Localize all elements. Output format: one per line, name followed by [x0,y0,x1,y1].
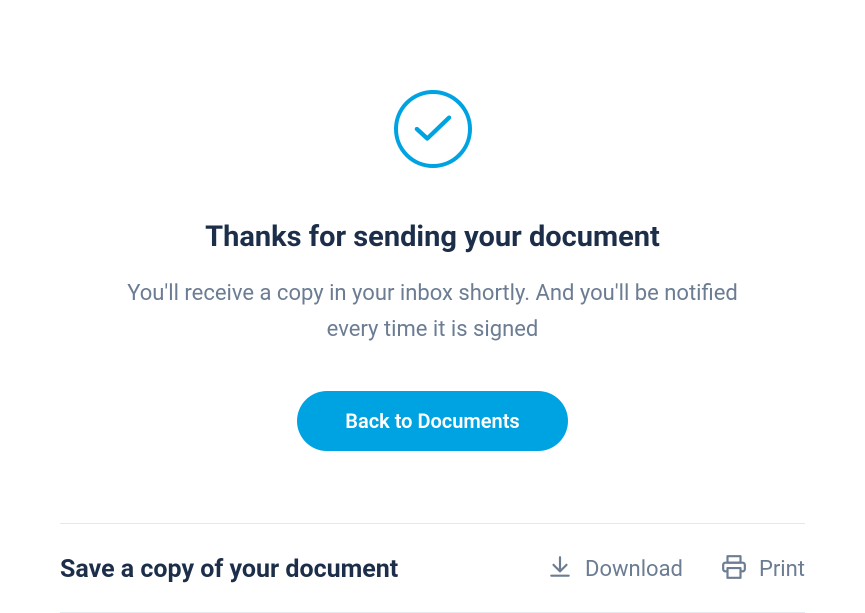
success-checkmark-icon [394,90,472,168]
back-to-documents-button[interactable]: Back to Documents [297,391,567,451]
save-copy-title: Save a copy of your document [60,555,398,584]
save-copy-row: Save a copy of your document Download [60,524,805,612]
download-button[interactable]: Download [547,554,683,586]
confirmation-heading: Thanks for sending your document [205,220,660,254]
download-label: Download [585,557,683,582]
section-divider-bottom [60,612,805,613]
page-container: Thanks for sending your document You'll … [0,0,865,613]
print-button[interactable]: Print [721,554,805,586]
print-icon [721,554,747,586]
print-label: Print [759,557,805,582]
confirmation-hero: Thanks for sending your document You'll … [60,0,805,451]
download-icon [547,554,573,586]
save-actions: Download Print [547,554,805,586]
confirmation-subtext: You'll receive a copy in your inbox shor… [113,276,753,349]
